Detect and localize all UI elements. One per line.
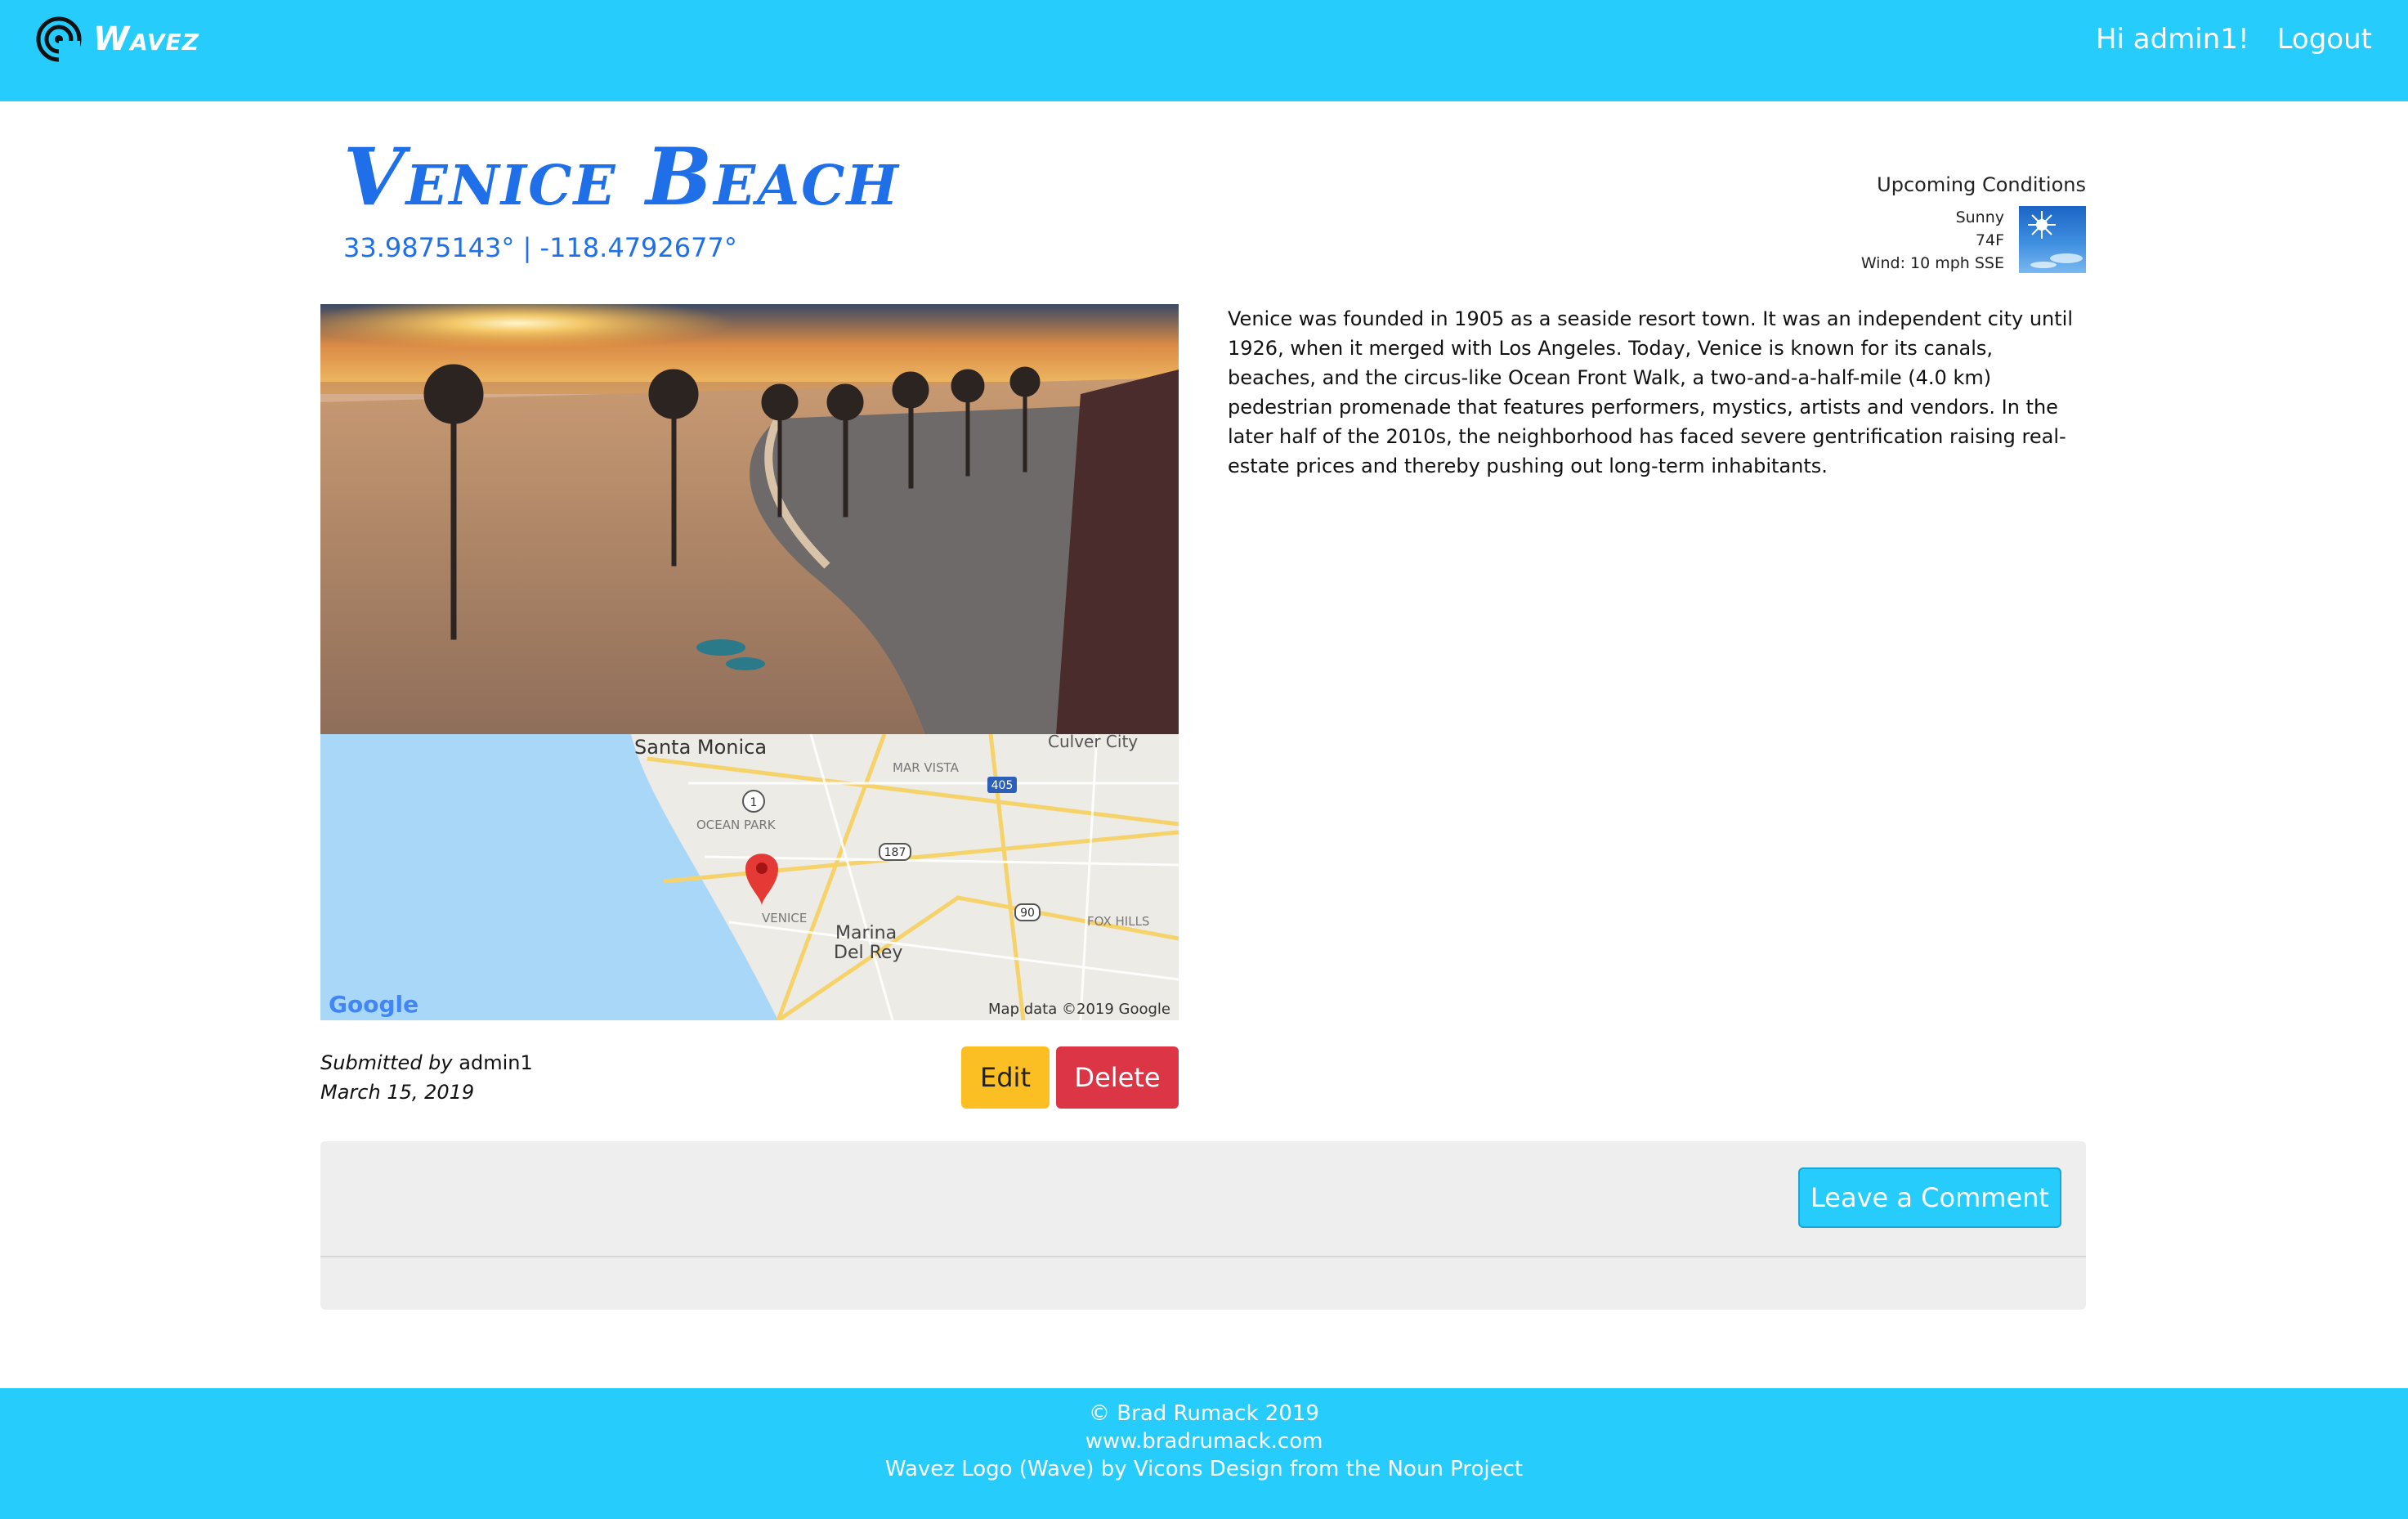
delete-button[interactable]: Delete: [1056, 1046, 1179, 1109]
submission-info: Submitted by admin1 March 15, 2019: [320, 1048, 533, 1107]
highway-shield: 90: [1020, 907, 1035, 920]
conditions-wind: Wind: 10 mph SSE: [1860, 254, 2004, 272]
comments-divider: [320, 1256, 2086, 1257]
brand-name: Wavez: [93, 20, 199, 58]
page-title: Venice Beach: [343, 131, 900, 223]
submitted-by-user: admin1: [459, 1051, 533, 1074]
footer-copyright: © Brad Rumack 2019: [1089, 1401, 1319, 1426]
location-map[interactable]: Santa Monica Culver City MAR VISTA OCEAN…: [320, 734, 1179, 1020]
highway-shield: 1: [750, 796, 758, 809]
navbar: Wavez Hi admin1! Logout: [0, 0, 2408, 101]
sunny-weather-icon: [2019, 206, 2086, 273]
map-attribution: Map data ©2019 Google: [988, 1001, 1170, 1018]
spot-photo: [320, 304, 1179, 734]
submitted-by: Submitted by admin1: [320, 1048, 533, 1078]
user-greeting-link[interactable]: Hi admin1!: [2096, 23, 2249, 56]
conditions-summary: Sunny: [1955, 208, 2004, 226]
leave-comment-button[interactable]: Leave a Comment: [1798, 1167, 2061, 1228]
nav-links: Hi admin1! Logout: [2096, 23, 2372, 56]
map-label: Del Rey: [834, 943, 902, 963]
highway-shield: 405: [991, 779, 1014, 792]
map-label: Marina: [835, 923, 897, 943]
edit-button[interactable]: Edit: [961, 1046, 1050, 1109]
brand[interactable]: Wavez: [36, 16, 199, 62]
coordinates: 33.9875143° | -118.4792677°: [343, 232, 737, 263]
conditions-row: Sunny 74F Wind: 10 mph SSE: [1861, 206, 2086, 275]
map-label: OCEAN PARK: [696, 818, 777, 832]
conditions-panel: Upcoming Conditions Sunny 74F Wind: 10 m…: [1861, 173, 2086, 275]
comments-card: Leave a Comment: [320, 1141, 2086, 1310]
map-label: Santa Monica: [634, 736, 767, 759]
map-label: MAR VISTA: [893, 760, 960, 775]
google-logo: Google: [329, 991, 418, 1018]
submitted-by-prefix: Submitted by: [320, 1051, 453, 1074]
spot-description: Venice was founded in 1905 as a seaside …: [1228, 307, 2073, 477]
conditions-temp: 74F: [1975, 231, 2004, 249]
highway-shield: 187: [884, 846, 906, 859]
footer: © Brad Rumack 2019 www.bradrumack.com Wa…: [0, 1388, 2408, 1519]
map-label: VENICE: [762, 911, 807, 925]
submitted-date: March 15, 2019: [320, 1081, 475, 1104]
map-pin-icon[interactable]: [745, 854, 778, 906]
logout-link[interactable]: Logout: [2277, 23, 2372, 56]
footer-credit[interactable]: Wavez Logo (Wave) by Vicons Design from …: [0, 1455, 2408, 1483]
map-label: FOX HILLS: [1087, 914, 1149, 929]
conditions-text: Sunny 74F Wind: 10 mph SSE: [1861, 206, 2004, 275]
wave-logo-icon: [36, 16, 82, 62]
conditions-title: Upcoming Conditions: [1877, 173, 2086, 196]
map-label: Culver City: [1048, 734, 1138, 751]
footer-website-link[interactable]: www.bradrumack.com: [0, 1427, 2408, 1455]
